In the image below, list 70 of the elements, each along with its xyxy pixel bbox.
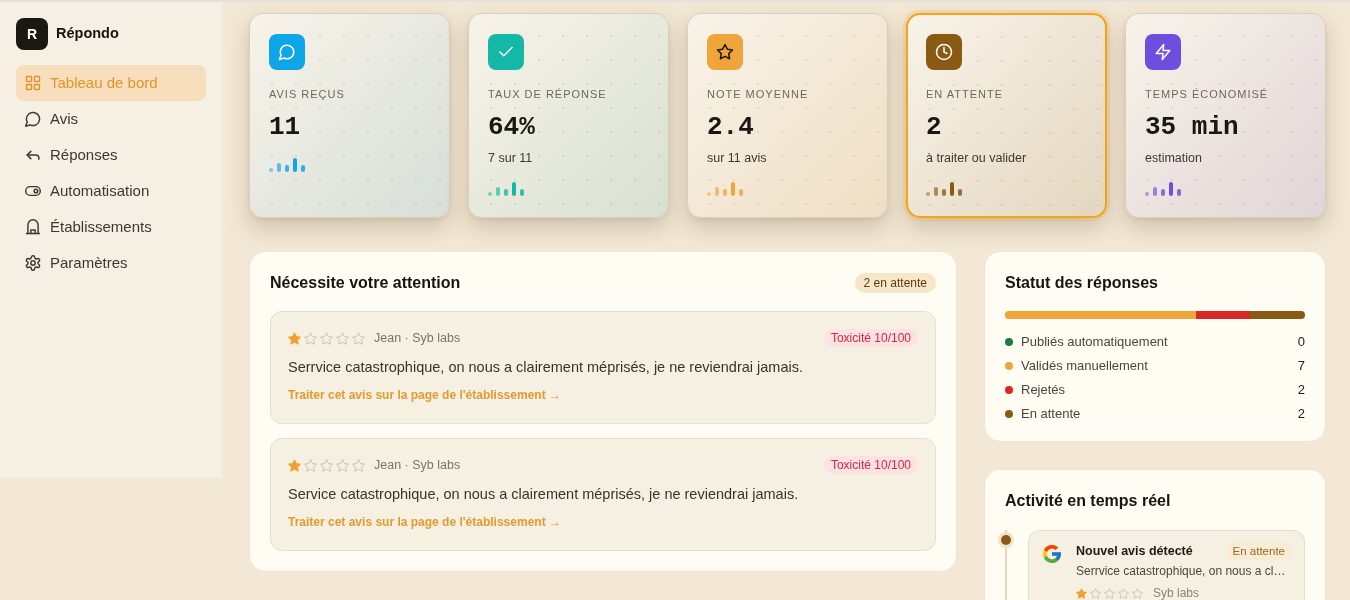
legend-count: 0 — [1297, 333, 1305, 352]
stat-label: TEMPS ÉCONOMISÉ — [1145, 87, 1270, 101]
bar-sparkline-drawing — [1145, 182, 1181, 196]
star-icon — [336, 331, 349, 345]
brand-name: Répondo — [56, 24, 119, 44]
panel-title: Activité en temps réel — [1005, 491, 1172, 511]
star-icon — [304, 331, 317, 345]
stat-label: AVIS REÇUS — [269, 87, 346, 101]
bar-sparkline-drawing — [926, 182, 962, 196]
toxicity-badge: Toxicité 10/100 — [823, 329, 918, 347]
bar-sparkline-drawing — [707, 182, 743, 196]
nav-item[interactable]: Paramètres — [16, 245, 206, 281]
stat-value: 2.4 — [707, 111, 755, 143]
activity-source: Syb labs — [1153, 586, 1200, 600]
activity-text: Serrvice catastrophique, on nous a cl… — [1076, 563, 1287, 579]
stat-value: 35 min — [1145, 111, 1240, 143]
nav-item[interactable]: Automatisation — [16, 173, 206, 209]
multicolor-g-icon — [1043, 545, 1061, 563]
stat-caption: sur 11 avis — [707, 150, 768, 167]
legend-count: 2 — [1297, 381, 1305, 400]
review-text: Serrvice catastrophique, on nous a clairement méprisés, je ne reviendrai jamais. — [288, 358, 804, 377]
legend-label: Validés manuellement — [1021, 357, 1148, 376]
stat-caption: estimation — [1145, 150, 1203, 167]
panel-title: Nécessite votre attention — [270, 273, 461, 293]
bar-sparkline-drawing — [269, 158, 305, 172]
star-icon — [320, 331, 333, 345]
bar-sparkline-drawing — [488, 182, 524, 196]
star-icon — [304, 458, 317, 472]
gear-icon — [25, 255, 41, 271]
stat-value: 64% — [488, 111, 536, 143]
legend-label: Rejetés — [1021, 381, 1066, 400]
stat-caption: à traiter ou valider — [926, 150, 1028, 167]
review-author: Jean · Syb labs — [374, 330, 461, 347]
star-icon — [288, 331, 301, 345]
stat-value: 11 — [269, 111, 302, 143]
legend-label: En attente — [1021, 405, 1081, 424]
panel-title: Statut des réponses — [1005, 273, 1159, 293]
legend-count: 7 — [1297, 357, 1305, 376]
timeline-dot-icon — [998, 532, 1014, 548]
toggle-icon — [25, 183, 41, 199]
activity-title: Nouvel avis détecté — [1076, 543, 1193, 560]
legend-count: 2 — [1297, 405, 1305, 424]
star-icon — [1104, 587, 1115, 599]
chat-bubble-icon — [25, 111, 41, 127]
pending-count-badge: 2 en attente — [854, 273, 936, 293]
nav-item[interactable]: Réponses — [16, 137, 206, 173]
review-text: Service catastrophique, on nous a clairement méprisés, je ne reviendrai jamais. — [288, 485, 800, 504]
star-icon — [1132, 587, 1143, 599]
star-icon — [1076, 587, 1087, 599]
stat-caption: 7 sur 11 — [488, 150, 534, 167]
star-icon — [352, 458, 365, 472]
star-icon — [320, 458, 333, 472]
star-icon — [1090, 587, 1101, 599]
grid-icon — [25, 75, 41, 91]
stat-value: 2 — [926, 111, 943, 143]
star-icon — [288, 458, 301, 472]
star-icon — [336, 458, 349, 472]
stat-label: EN ATTENTE — [926, 87, 1005, 101]
review-author: Jean · Syb labs — [374, 457, 461, 474]
star-icon — [1118, 587, 1129, 599]
building-icon — [25, 219, 41, 235]
star-icon — [352, 331, 365, 345]
legend-label: Publiés automatiquement — [1021, 333, 1168, 352]
stat-label: NOTE MOYENNE — [707, 87, 810, 101]
nav-item[interactable]: Établissements — [16, 209, 206, 245]
app-logo: R — [16, 18, 48, 50]
stat-label: TAUX DE RÉPONSE — [488, 87, 608, 101]
nav-item[interactable]: Avis — [16, 101, 206, 137]
toxicity-badge: Toxicité 10/100 — [823, 456, 918, 474]
status-badge: En attente — [1225, 542, 1292, 560]
